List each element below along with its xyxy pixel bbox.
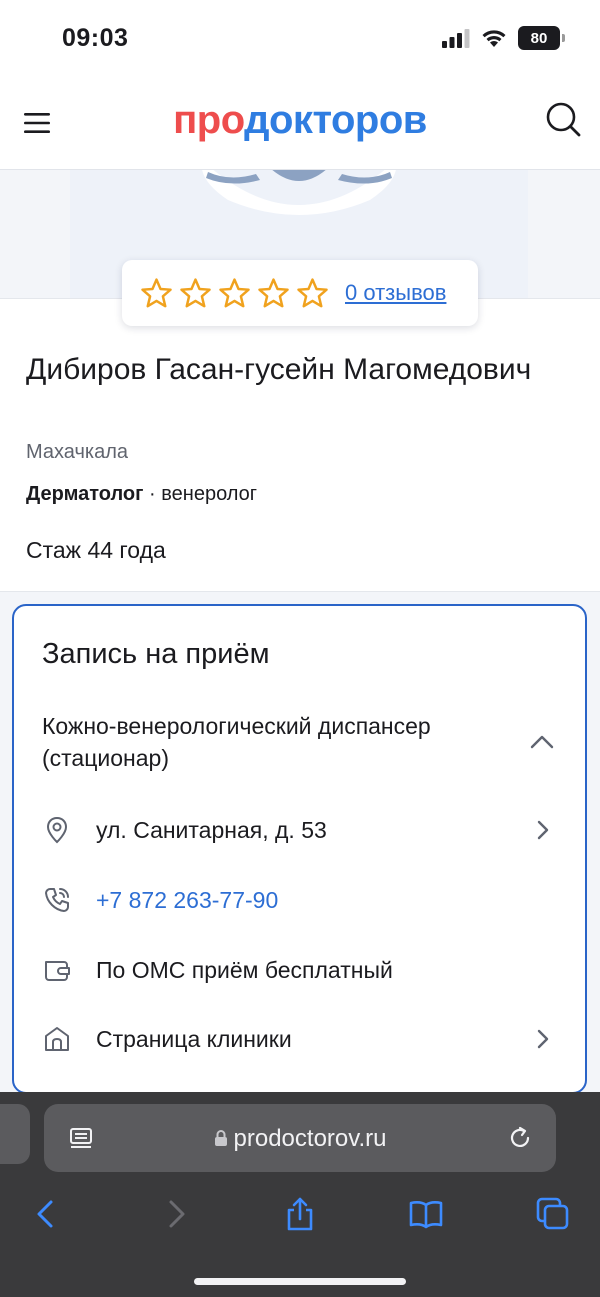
specialty-other[interactable]: венеролог: [161, 483, 257, 505]
doctor-city: Махачкала: [26, 441, 128, 463]
url-display: prodoctorov.ru: [44, 1125, 556, 1153]
building-icon: [45, 1027, 69, 1051]
phone-icon: [45, 888, 69, 912]
doctor-experience: Стаж 44 года: [26, 537, 166, 563]
logo-part-blue: докторов: [244, 98, 427, 142]
location-pin-icon: [46, 816, 68, 844]
chevron-right-icon: [537, 820, 549, 840]
tabs-icon[interactable]: [535, 1196, 571, 1232]
clinic-name[interactable]: Кожно-венерологический диспансер (стацио…: [42, 710, 522, 774]
oms-row: По ОМС приём бесплатный: [14, 945, 585, 995]
site-header: продокторов: [0, 82, 600, 170]
clinic-address: ул. Санитарная, д. 53: [96, 816, 327, 843]
star-icon: [141, 277, 172, 307]
rating-card: 0 отзывов: [122, 260, 478, 326]
battery-icon: 80: [518, 26, 565, 50]
home-indicator: [194, 1278, 406, 1285]
doctor-name: Дибиров Гасан-гусейн Магомедович: [26, 353, 532, 386]
chevron-right-icon: [537, 1029, 549, 1049]
appointment-card: Запись на приём Кожно-венерологический д…: [12, 604, 587, 1094]
page: 09:03 80 продокторов 0 отзывов Дибиров Г…: [0, 0, 600, 1297]
phone-row[interactable]: +7 872 263-77-90: [14, 875, 585, 925]
browser-toolbar: prodoctorov.ru: [0, 1092, 600, 1297]
star-icon: [219, 277, 250, 307]
bookmarks-icon[interactable]: [408, 1196, 444, 1232]
site-logo[interactable]: продокторов: [0, 98, 600, 143]
share-icon[interactable]: [282, 1196, 318, 1232]
oms-card-icon: [45, 961, 70, 981]
oms-note: По ОМС приём бесплатный: [96, 956, 393, 983]
doctor-specialty: Дерматолог · венеролог: [26, 483, 257, 506]
back-icon[interactable]: [28, 1196, 64, 1232]
reload-icon[interactable]: [506, 1124, 534, 1152]
address-bar[interactable]: prodoctorov.ru: [44, 1104, 556, 1172]
appointment-title: Запись на приём: [42, 638, 270, 670]
star-icon: [258, 277, 289, 307]
reviews-link[interactable]: 0 отзывов: [345, 280, 446, 306]
clinic-page-row[interactable]: Страница клиники: [14, 1014, 585, 1064]
clinic-page-link: Страница клиники: [96, 1025, 292, 1052]
previous-tab-peek[interactable]: [0, 1104, 30, 1164]
status-icons: 80: [442, 26, 565, 50]
lock-icon: [214, 1130, 227, 1146]
wifi-icon: [482, 30, 506, 47]
forward-icon[interactable]: [158, 1196, 194, 1232]
specialty-main[interactable]: Дерматолог: [26, 483, 143, 505]
status-time: 09:03: [62, 24, 129, 52]
search-icon[interactable]: [544, 100, 582, 138]
specialty-separator: ·: [143, 483, 162, 505]
signal-icon: [442, 29, 470, 48]
doctor-info-card: Дибиров Гасан-гусейн Магомедович Махачка…: [0, 298, 600, 592]
star-icon: [180, 277, 211, 307]
chevron-up-icon[interactable]: [529, 732, 555, 750]
logo-part-red: про: [173, 98, 245, 142]
address-row[interactable]: ул. Санитарная, д. 53: [14, 805, 585, 855]
battery-level: 80: [530, 29, 548, 47]
url-text: prodoctorov.ru: [233, 1125, 387, 1152]
clinic-phone[interactable]: +7 872 263-77-90: [96, 887, 278, 914]
status-bar: 09:03 80: [0, 0, 600, 82]
star-icon: [297, 277, 328, 307]
